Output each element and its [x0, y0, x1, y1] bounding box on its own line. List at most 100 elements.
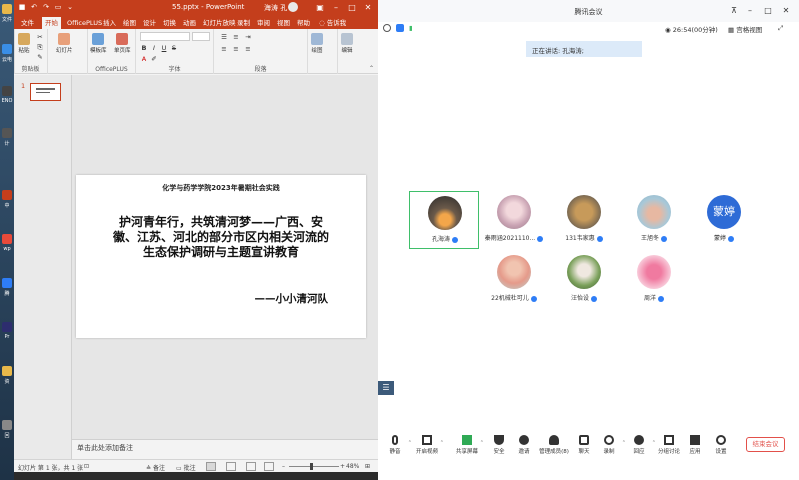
- close-icon[interactable]: ✕: [362, 2, 374, 13]
- present-icon[interactable]: ▭: [54, 3, 62, 11]
- mute-button[interactable]: 静音 ⌃: [380, 435, 412, 455]
- settings-button[interactable]: 设置: [706, 435, 736, 455]
- slide-thumbnail[interactable]: [30, 83, 61, 101]
- font-color-icon[interactable]: A: [140, 55, 148, 63]
- fullscreen-icon[interactable]: ⤢: [778, 24, 783, 33]
- zoom-level[interactable]: 48%: [346, 463, 359, 470]
- pin-icon[interactable]: ⊼: [728, 5, 740, 17]
- chevron-up-icon[interactable]: ⌃: [440, 440, 444, 446]
- tab-file[interactable]: 文件: [18, 17, 37, 29]
- bold-button[interactable]: B: [140, 44, 148, 52]
- comments-toggle[interactable]: ▭ 批注: [176, 463, 196, 472]
- slideshow-button[interactable]: [264, 462, 274, 471]
- info-icon[interactable]: [383, 24, 391, 32]
- paste-button[interactable]: 粘贴: [18, 33, 30, 54]
- participant-tile[interactable]: 王旭冬: [619, 191, 689, 249]
- align-center-icon[interactable]: ≡: [232, 45, 240, 53]
- maximize-icon[interactable]: □: [346, 2, 358, 13]
- tab-review[interactable]: 审阅: [254, 17, 273, 29]
- tab-design[interactable]: 设计: [140, 17, 159, 29]
- notes-pane[interactable]: 单击此处添加备注: [72, 439, 378, 459]
- participant-tile[interactable]: 汪怡设: [549, 251, 619, 309]
- tab-view[interactable]: 视图: [274, 17, 293, 29]
- tab-animations[interactable]: 动画: [180, 17, 199, 29]
- tab-draw[interactable]: 绘图: [120, 17, 139, 29]
- user-name[interactable]: 海涛 孔: [264, 3, 287, 13]
- view-mode-button[interactable]: ▦ 宫格视图: [728, 24, 762, 34]
- strikethrough-button[interactable]: S: [170, 44, 178, 52]
- participant-tile[interactable]: 秦雨涵2021110...: [479, 191, 549, 249]
- underline-button[interactable]: U: [160, 44, 168, 52]
- cut-icon[interactable]: ✂: [36, 33, 44, 41]
- zoom-slider[interactable]: [289, 466, 339, 467]
- undo-icon[interactable]: ↶: [30, 3, 38, 11]
- maximize-icon[interactable]: □: [762, 5, 774, 17]
- copy-icon[interactable]: ⎘: [36, 43, 44, 51]
- video-button[interactable]: 开启视频 ⌃: [412, 435, 444, 455]
- manage-members-button[interactable]: 管理成员(8): [539, 435, 569, 455]
- record-button[interactable]: 录制 ⌃: [594, 435, 626, 455]
- end-meeting-button[interactable]: 结束会议: [746, 437, 785, 452]
- tab-home[interactable]: 开始: [42, 17, 61, 29]
- new-slide-button[interactable]: 幻灯片: [56, 33, 73, 54]
- italic-button[interactable]: I: [150, 44, 158, 52]
- share-screen-button[interactable]: 共享屏幕 ⌃: [452, 435, 484, 455]
- signal-icon[interactable]: ▮: [409, 24, 413, 32]
- folder-icon[interactable]: [2, 4, 12, 14]
- zoom-slider-thumb[interactable]: [310, 463, 313, 470]
- tencent-meeting-icon[interactable]: [2, 278, 12, 288]
- font-size-select[interactable]: [192, 32, 210, 41]
- recycle-bin-icon[interactable]: [2, 420, 12, 430]
- invite-button[interactable]: 邀请: [509, 435, 539, 455]
- reactions-button[interactable]: 回应 ⌃: [624, 435, 656, 455]
- collapse-ribbon-icon[interactable]: ⌃: [369, 65, 374, 72]
- sorter-view-button[interactable]: [226, 462, 236, 471]
- premiere-icon[interactable]: [2, 322, 12, 332]
- ribbon-display-icon[interactable]: ▣: [314, 2, 326, 13]
- template-library-button[interactable]: 模板库: [90, 33, 107, 54]
- notes-toggle[interactable]: ≙ 备注: [146, 463, 165, 472]
- normal-view-button[interactable]: [206, 462, 216, 471]
- bullets-icon[interactable]: ☰: [220, 33, 228, 41]
- tab-slideshow[interactable]: 幻灯片放映: [200, 17, 239, 29]
- single-page-button[interactable]: 单页库: [114, 33, 131, 54]
- participant-tile[interactable]: 22机械杜可儿: [479, 251, 549, 309]
- shield-icon[interactable]: [396, 24, 404, 32]
- zoom-in-icon[interactable]: +: [340, 463, 345, 470]
- tab-record[interactable]: 录制: [234, 17, 253, 29]
- align-right-icon[interactable]: ≡: [244, 45, 252, 53]
- participant-tile[interactable]: 孔海涛: [409, 191, 479, 249]
- cloud-icon[interactable]: [2, 44, 12, 54]
- app-icon[interactable]: [2, 128, 12, 138]
- close-icon[interactable]: ✕: [780, 5, 792, 17]
- tell-me-search[interactable]: ◌ 告诉我: [316, 17, 349, 29]
- format-painter-icon[interactable]: ✎: [36, 53, 44, 61]
- side-panel-toggle[interactable]: ☰: [378, 381, 394, 395]
- app-icon[interactable]: [2, 190, 12, 200]
- tab-transitions[interactable]: 切换: [160, 17, 179, 29]
- minimize-icon[interactable]: –: [744, 5, 756, 17]
- slide-title[interactable]: 护河青年行，共筑清河梦——广西、安徽、江苏、河北的部分市区内相关河流的生态保护调…: [112, 215, 330, 260]
- slide[interactable]: 化学与药学学院2023年暑期社会实践 护河青年行，共筑清河梦——广西、安徽、江苏…: [76, 175, 366, 338]
- avatar[interactable]: [288, 2, 298, 12]
- folder-icon[interactable]: [2, 366, 12, 376]
- indent-icon[interactable]: ⇥: [244, 33, 252, 41]
- numbering-icon[interactable]: ≡: [232, 33, 240, 41]
- tab-officeplus[interactable]: OfficePLUS: [64, 17, 105, 29]
- reading-view-button[interactable]: [246, 462, 256, 471]
- font-name-select[interactable]: [140, 32, 190, 41]
- accessibility-icon[interactable]: ⊡: [84, 463, 89, 470]
- highlight-icon[interactable]: ✐: [150, 55, 158, 63]
- minimize-icon[interactable]: –: [330, 2, 342, 13]
- save-icon[interactable]: ■: [18, 3, 26, 11]
- fit-slide-icon[interactable]: ⊞: [365, 463, 370, 470]
- app-icon[interactable]: [2, 86, 12, 96]
- participant-tile[interactable]: 周洋: [619, 251, 689, 309]
- meeting-timer[interactable]: ◉ 26:54(00分钟): [665, 24, 718, 34]
- slide-team[interactable]: ——小小清河队: [255, 291, 329, 306]
- drawing-button[interactable]: 绘图: [311, 33, 323, 54]
- tab-help[interactable]: 帮助: [294, 17, 313, 29]
- align-left-icon[interactable]: ≡: [220, 45, 228, 53]
- tab-insert[interactable]: 插入: [100, 17, 119, 29]
- participant-tile[interactable]: 131韦家惠: [549, 191, 619, 249]
